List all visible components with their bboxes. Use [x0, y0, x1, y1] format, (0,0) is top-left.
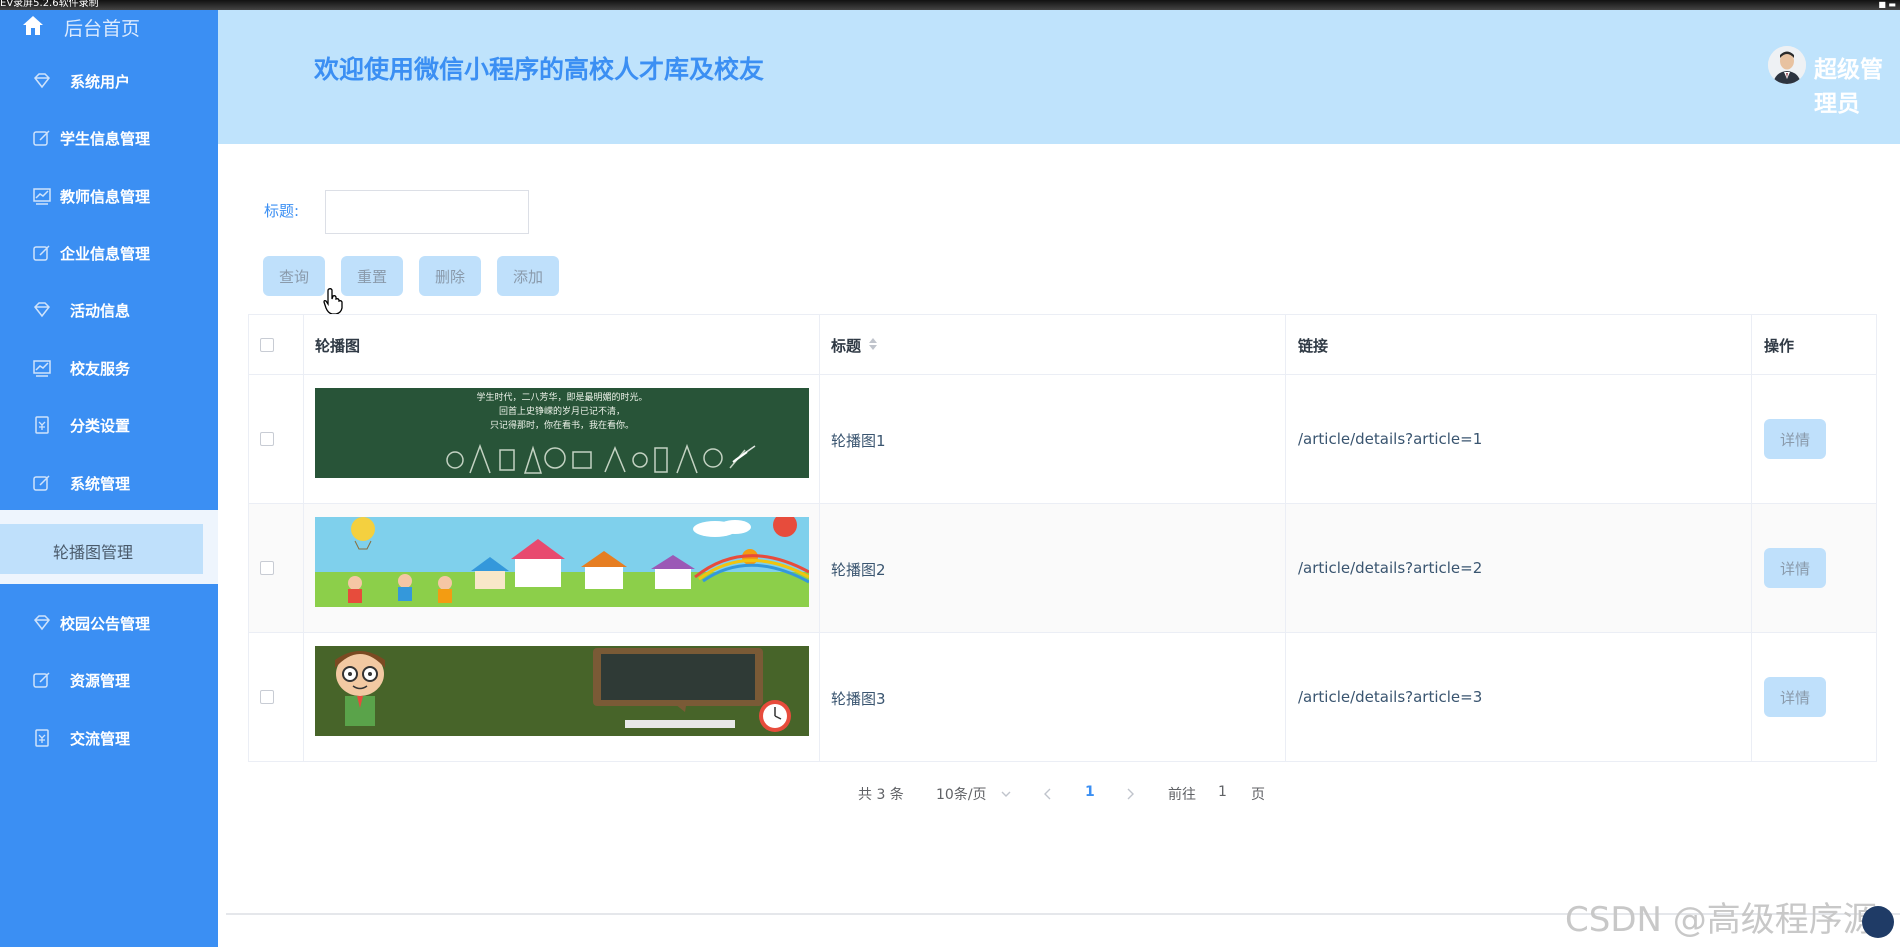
select-all-checkbox[interactable]: [260, 338, 274, 352]
sidebar-item-system-users[interactable]: 系统用户: [0, 61, 218, 101]
table-header: 轮播图 标题 链接 操作: [249, 315, 1876, 375]
sidebar-item-campus-notice[interactable]: 校园公告管理: [0, 603, 218, 643]
assistant-icon[interactable]: [1862, 906, 1894, 938]
column-header-link: 链接: [1298, 337, 1329, 355]
user-avatar-icon: [1768, 46, 1806, 84]
sidebar-item-label: 校园公告管理: [60, 615, 151, 633]
sidebar-item-system-management[interactable]: 系统管理: [0, 463, 218, 503]
sidebar-item-home[interactable]: 后台首页: [0, 6, 218, 46]
user-name[interactable]: 超级管理员: [1814, 50, 1900, 118]
table-row: 轮播图3 /article/details?article=3 详情: [249, 633, 1876, 762]
row-checkbox[interactable]: [260, 432, 274, 446]
sidebar-item-banner-management[interactable]: 轮播图管理: [0, 524, 203, 574]
sidebar-item-label: 系统管理: [70, 475, 131, 493]
row-checkbox[interactable]: [260, 561, 274, 575]
detail-button[interactable]: 详情: [1764, 677, 1826, 717]
recorder-bar: EV录屏5.2.6软件录制 ■ ▬: [0, 0, 1900, 10]
banner-text-line: 只记得那时，你在看书，我在看你。: [490, 419, 634, 431]
sidebar-item-label: 交流管理: [70, 730, 131, 748]
gem-icon: [34, 73, 50, 89]
sidebar-item-label: 活动信息: [70, 302, 131, 320]
row-title: 轮播图1: [831, 432, 886, 450]
home-icon: [23, 16, 43, 35]
banner-table: 轮播图 标题 链接 操作 学生时代，二八芳华，即是最明媚的时光。 回首上史铮嵘的…: [248, 314, 1877, 762]
sidebar-item-student-info[interactable]: 学生信息管理: [0, 118, 218, 158]
sidebar-item-category-settings[interactable]: 分类设置: [0, 405, 218, 445]
bookmark-icon: [35, 729, 49, 747]
row-link: /article/details?article=2: [1298, 559, 1483, 577]
table-row: 学生时代，二八芳华，即是最明媚的时光。 回首上史铮嵘的岁月已记不清， 只记得那时…: [249, 375, 1876, 504]
gem-icon: [34, 302, 50, 318]
column-header-action: 操作: [1764, 337, 1795, 355]
sidebar-item-activity-info[interactable]: 活动信息: [0, 290, 218, 330]
sort-icon[interactable]: [867, 335, 879, 353]
table-row: 轮播图2 /article/details?article=2 详情: [249, 504, 1876, 633]
top-header: 欢迎使用微信小程序的高校人才库及校友 超级管理员: [218, 0, 1900, 144]
column-divider: [1751, 315, 1752, 761]
edit-icon: [33, 130, 50, 146]
page-size-select[interactable]: 10条/页: [936, 784, 987, 806]
prev-page-icon[interactable]: [1042, 787, 1054, 801]
edit-icon: [33, 245, 50, 261]
sidebar-item-label: 学生信息管理: [60, 130, 151, 148]
edit-icon: [33, 672, 50, 688]
column-header-title: 标题: [831, 337, 862, 355]
sidebar-item-label: 系统用户: [70, 73, 131, 91]
add-button[interactable]: 添加: [497, 256, 559, 296]
row-link: /article/details?article=3: [1298, 688, 1483, 706]
chevron-down-icon[interactable]: [1000, 788, 1012, 800]
avatar[interactable]: [1768, 46, 1806, 84]
row-title: 轮播图3: [831, 690, 886, 708]
sidebar-item-label: 分类设置: [70, 417, 131, 435]
recorder-label: EV录屏5.2.6软件录制: [0, 0, 99, 9]
sidebar-item-label: 企业信息管理: [60, 245, 151, 263]
sidebar-item-label: 校友服务: [70, 360, 131, 378]
goto-prefix: 前往: [1168, 787, 1196, 803]
goto-page-input[interactable]: 1: [1218, 784, 1227, 806]
row-title: 轮播图2: [831, 561, 886, 579]
banner-image-chalkboard: 学生时代，二八芳华，即是最明媚的时光。 回首上史铮嵘的岁月已记不清， 只记得那时…: [315, 388, 809, 478]
sidebar-item-teacher-info[interactable]: 教师信息管理: [0, 176, 218, 216]
search-title-input[interactable]: [325, 190, 529, 234]
chart-icon: [33, 188, 51, 205]
chart-icon: [33, 360, 51, 377]
banner-text-line: 回首上史铮嵘的岁月已记不清，: [499, 405, 625, 417]
pagination-total: 共 3 条: [858, 787, 904, 803]
delete-button[interactable]: 删除: [419, 256, 481, 296]
sidebar-item-communication-management[interactable]: 交流管理: [0, 718, 218, 758]
row-checkbox[interactable]: [260, 690, 274, 704]
banner-text-line: 学生时代，二八芳华，即是最明媚的时光。: [476, 391, 647, 403]
query-button[interactable]: 查询: [263, 256, 325, 296]
sidebar: 后台首页 系统用户 学生信息管理 教师信息管理 企业信息管理 活动信息 校友服务…: [0, 0, 218, 947]
column-divider: [1285, 315, 1286, 761]
hand-cursor-icon: [323, 288, 343, 315]
sidebar-item-enterprise-info[interactable]: 企业信息管理: [0, 233, 218, 273]
row-link: /article/details?article=1: [1298, 430, 1483, 448]
window-controls-icon: ■ ▬: [1878, 0, 1896, 9]
banner-image-cartoon-town: [315, 517, 809, 607]
sidebar-item-resource-management[interactable]: 资源管理: [0, 660, 218, 700]
sidebar-item-label: 后台首页: [64, 18, 141, 40]
gem-icon: [34, 615, 50, 631]
sidebar-item-label: 资源管理: [70, 672, 131, 690]
watermark-text: CSDN @高级程序源: [1565, 900, 1877, 940]
bookmark-icon: [35, 416, 49, 434]
sidebar-item-label: 教师信息管理: [60, 188, 151, 206]
banner-image-teacher-blackboard: [315, 646, 809, 736]
search-title-label: 标题:: [264, 202, 300, 220]
column-divider: [303, 315, 304, 761]
next-page-icon[interactable]: [1124, 787, 1136, 801]
sidebar-item-alumni-service[interactable]: 校友服务: [0, 348, 218, 388]
goto-suffix: 页: [1251, 787, 1265, 803]
sidebar-item-label: 轮播图管理: [53, 543, 134, 562]
column-divider: [819, 315, 820, 761]
column-header-image: 轮播图: [315, 337, 361, 355]
detail-button[interactable]: 详情: [1764, 419, 1826, 459]
edit-icon: [33, 475, 50, 491]
current-page-number[interactable]: 1: [1085, 784, 1095, 806]
detail-button[interactable]: 详情: [1764, 548, 1826, 588]
reset-button[interactable]: 重置: [341, 256, 403, 296]
page-title: 欢迎使用微信小程序的高校人才库及校友: [314, 55, 765, 84]
